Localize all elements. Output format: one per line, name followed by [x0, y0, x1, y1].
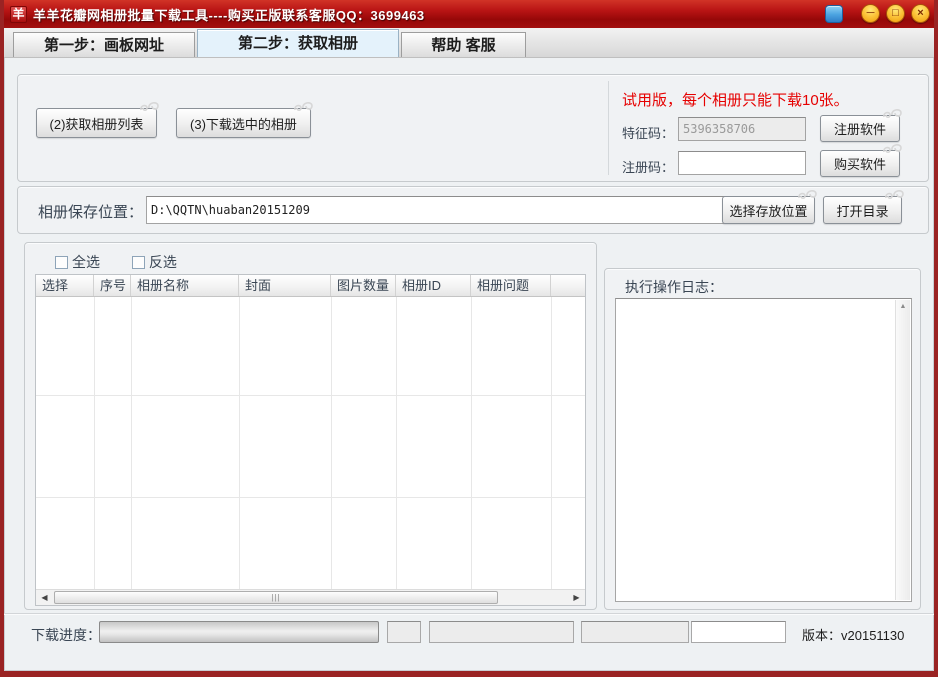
download-progress-bar — [99, 621, 379, 643]
column-header-cover[interactable]: 封面 — [239, 275, 331, 296]
choose-location-button[interactable]: 选择存放位置 — [722, 196, 815, 224]
version-label: 版本：v20151130 — [802, 625, 904, 644]
grid-line — [239, 297, 240, 589]
album-table-body — [36, 297, 585, 589]
status-field-1 — [387, 621, 421, 643]
status-bar: 下载进度： 版本：v20151130 — [4, 613, 934, 671]
invert-selection-label: 反选 — [149, 254, 177, 270]
window-controls: ─ □ × — [825, 4, 930, 23]
grid-line — [36, 395, 585, 396]
scroll-up-icon[interactable]: ▲ — [896, 300, 910, 314]
grid-line — [396, 297, 397, 589]
grid-line — [131, 297, 132, 589]
register-code-input[interactable] — [678, 151, 806, 175]
download-progress-label: 下载进度： — [31, 625, 101, 645]
decor-swirl-icon — [292, 100, 316, 114]
column-header-name[interactable]: 相册名称 — [131, 275, 239, 296]
maximize-button[interactable]: □ — [886, 4, 905, 23]
window-title: 羊羊花瓣网相册批量下载工具----购买正版联系客服QQ：3699463 — [33, 5, 425, 24]
select-all-label: 全选 — [72, 254, 100, 270]
log-panel: 执行操作日志： ▲ — [604, 268, 921, 610]
app-icon: 羊 — [10, 6, 27, 23]
decor-swirl-icon — [138, 100, 162, 114]
invert-selection-checkbox[interactable] — [132, 256, 145, 269]
album-table: 选择 序号 相册名称 封面 图片数量 相册ID 相册问题 — [35, 274, 586, 606]
register-software-button[interactable]: 注册软件 — [820, 115, 900, 142]
decor-swirl-icon — [881, 107, 905, 121]
scroll-left-icon[interactable]: ◀ — [37, 590, 52, 605]
feature-code-label: 特征码： — [622, 123, 674, 142]
horizontal-scrollbar[interactable]: ◀ ||| ▶ — [36, 589, 585, 605]
fetch-album-list-label: (2)获取相册列表 — [50, 117, 144, 132]
column-header-count[interactable]: 图片数量 — [331, 275, 396, 296]
grid-line — [94, 297, 95, 589]
log-textarea[interactable]: ▲ — [615, 298, 912, 602]
album-table-header: 选择 序号 相册名称 封面 图片数量 相册ID 相册问题 — [36, 275, 585, 297]
tab-help-support[interactable]: 帮助 客服 — [401, 32, 526, 57]
album-list-panel: 全选 反选 选择 序号 相册名称 封面 图片数量 相册ID 相册问题 — [24, 242, 597, 610]
scroll-right-icon[interactable]: ▶ — [569, 590, 584, 605]
choose-location-label: 选择存放位置 — [729, 204, 807, 219]
invert-selection-control[interactable]: 反选 — [132, 254, 177, 270]
tab-step2-get-albums[interactable]: 第二步：获取相册 — [197, 29, 399, 57]
actions-registration-panel: (2)获取相册列表 (3)下载选中的相册 试用版，每个相册只能下载10张。 特征… — [17, 74, 929, 182]
grid-line — [551, 297, 552, 589]
save-path-input[interactable] — [146, 196, 726, 224]
feature-code-field — [678, 117, 806, 141]
titlebar: 羊 羊羊花瓣网相册批量下载工具----购买正版联系客服QQ：3699463 ─ … — [0, 0, 938, 28]
buy-software-label: 购买软件 — [834, 157, 886, 172]
decor-swirl-icon — [881, 142, 905, 156]
open-directory-button[interactable]: 打开目录 — [823, 196, 902, 224]
column-header-index[interactable]: 序号 — [94, 275, 131, 296]
horizontal-scrollbar-thumb[interactable]: ||| — [54, 591, 498, 604]
register-software-label: 注册软件 — [834, 122, 886, 137]
decor-swirl-icon — [796, 188, 820, 202]
trial-notice: 试用版，每个相册只能下载10张。 — [622, 89, 849, 110]
status-field-2 — [429, 621, 574, 643]
selection-controls: 全选 反选 — [55, 252, 205, 272]
register-code-label: 注册码： — [622, 157, 674, 176]
app-icon-glyph: 羊 — [12, 7, 24, 21]
vertical-scrollbar[interactable]: ▲ — [895, 300, 910, 600]
panel-divider — [608, 81, 609, 175]
fetch-album-list-button[interactable]: (2)获取相册列表 — [36, 108, 157, 138]
download-selected-button[interactable]: (3)下载选中的相册 — [176, 108, 311, 138]
open-directory-label: 打开目录 — [836, 204, 888, 219]
column-header-select[interactable]: 选择 — [36, 275, 94, 296]
column-header-filler — [551, 275, 585, 296]
skin-icon[interactable] — [825, 5, 843, 23]
tab-step1-board-url[interactable]: 第一步：画板网址 — [13, 32, 195, 57]
save-location-panel: 相册保存位置： 选择存放位置 打开目录 — [17, 186, 929, 234]
app-window: 羊 羊羊花瓣网相册批量下载工具----购买正版联系客服QQ：3699463 ─ … — [0, 0, 938, 677]
grid-line — [36, 497, 585, 498]
column-header-album-id[interactable]: 相册ID — [396, 275, 471, 296]
status-input[interactable] — [691, 621, 786, 643]
close-button[interactable]: × — [911, 4, 930, 23]
grid-line — [471, 297, 472, 589]
save-location-label: 相册保存位置： — [38, 201, 143, 222]
buy-software-button[interactable]: 购买软件 — [820, 150, 900, 177]
decor-swirl-icon — [883, 188, 907, 202]
minimize-button[interactable]: ─ — [861, 4, 880, 23]
select-all-checkbox[interactable] — [55, 256, 68, 269]
grid-line — [331, 297, 332, 589]
log-content — [620, 301, 891, 599]
tab-bar: 第一步：画板网址 第二步：获取相册 帮助 客服 — [4, 28, 934, 58]
download-selected-label: (3)下载选中的相册 — [190, 117, 297, 132]
status-field-3 — [581, 621, 689, 643]
select-all-control[interactable]: 全选 — [55, 254, 100, 270]
log-panel-label: 执行操作日志： — [625, 277, 723, 297]
column-header-problem[interactable]: 相册问题 — [471, 275, 551, 296]
